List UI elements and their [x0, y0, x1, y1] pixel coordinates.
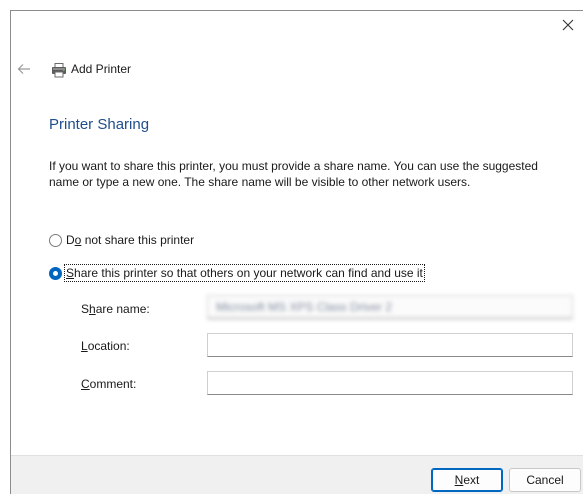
comment-label: Comment: — [81, 377, 137, 391]
comment-input[interactable] — [207, 371, 573, 395]
wizard-footer: Next Cancel — [11, 455, 583, 494]
back-arrow-icon — [17, 63, 31, 78]
wizard-title: Add Printer — [71, 62, 132, 76]
share-printer-option[interactable]: Share this printer so that others on you… — [49, 264, 425, 282]
wizard-content: Printer Sharing If you want to share thi… — [11, 98, 583, 447]
share-name-label: Share name: — [81, 302, 150, 316]
do-not-share-option[interactable]: Do not share this printer — [49, 233, 194, 247]
cancel-button[interactable]: Cancel — [509, 468, 581, 492]
page-description: If you want to share this printer, you m… — [49, 159, 538, 189]
location-input[interactable] — [207, 333, 573, 357]
page-title: Printer Sharing — [49, 116, 150, 133]
wizard-header: Add Printer — [11, 45, 583, 95]
share-printer-radio[interactable] — [49, 266, 62, 280]
location-label: Location: — [81, 339, 130, 353]
do-not-share-label[interactable]: Do not share this printer — [66, 233, 194, 247]
share-name-input[interactable] — [207, 295, 573, 319]
add-printer-window: Add Printer Printer Sharing If you want … — [10, 10, 583, 494]
close-icon — [562, 19, 574, 34]
share-printer-label[interactable]: Share this printer so that others on you… — [64, 264, 425, 282]
next-button[interactable]: Next — [431, 468, 503, 492]
back-button[interactable] — [15, 61, 33, 79]
printer-icon — [51, 62, 67, 78]
close-button[interactable] — [557, 15, 579, 37]
do-not-share-radio[interactable] — [49, 233, 62, 247]
